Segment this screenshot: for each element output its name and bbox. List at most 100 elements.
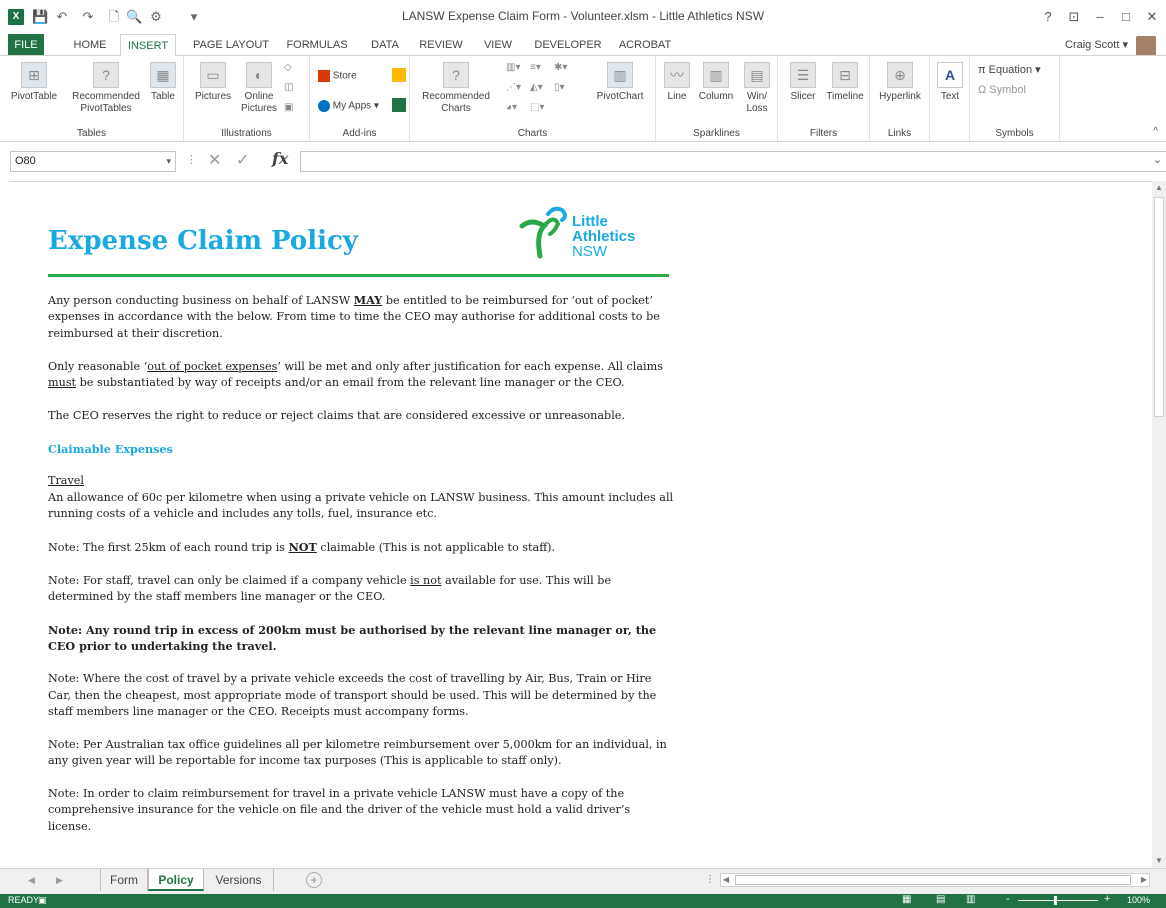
scatter-chart-icon[interactable]: ⋰▾ <box>506 82 521 93</box>
sparkline-winloss-button[interactable]: ▤ Win/ Loss <box>740 62 774 115</box>
zoom-slider-knob[interactable] <box>1054 896 1057 905</box>
travel-text: An allowance of 60c per kilometre when u… <box>48 490 674 521</box>
combo-chart-icon[interactable]: ⬚▾ <box>530 102 544 113</box>
smartart-icon[interactable]: ◫ <box>284 82 293 93</box>
help-icon[interactable]: ? <box>1038 7 1058 27</box>
text-button[interactable]: A Text <box>934 62 966 103</box>
zoom-out-icon[interactable]: - <box>1006 893 1010 905</box>
collapse-ribbon-icon[interactable]: ^ <box>1153 126 1158 137</box>
my-apps-button[interactable]: My Apps ▾ <box>318 100 379 113</box>
shapes-icon[interactable]: ◇ <box>284 62 292 73</box>
prev-sheet-icon[interactable]: ◀ <box>28 875 35 886</box>
horizontal-scrollbar[interactable]: ◀ ▶ <box>720 873 1150 887</box>
travel-note-5: Note: Per Australian tax office guidelin… <box>48 737 667 768</box>
scroll-down-icon[interactable]: ▼ <box>1154 856 1164 866</box>
formula-bar: O80 ▾ ⋮ ✕ ✓ fx ⌄ <box>0 147 1166 177</box>
tab-home[interactable]: HOME <box>64 34 116 56</box>
pictures-label: Pictures <box>194 91 232 102</box>
title-bar: X 💾 ↶ ↷ 🗋 🔍 ⚙ ▾ LANSW Expense Claim Form… <box>0 0 1166 34</box>
horizontal-scroll-thumb[interactable] <box>735 875 1131 885</box>
store-button[interactable]: Store <box>318 70 357 83</box>
sheet-tab-policy[interactable]: Policy <box>148 869 204 891</box>
tab-view[interactable]: VIEW <box>476 34 520 56</box>
tab-page-layout[interactable]: PAGE LAYOUT <box>188 34 274 56</box>
tab-developer[interactable]: DEVELOPER <box>528 34 608 56</box>
pivotchart-label: PivotChart <box>596 91 644 102</box>
recommended-charts-button[interactable]: ? Recommended Charts <box>416 62 496 115</box>
scroll-up-icon[interactable]: ▲ <box>1154 183 1164 193</box>
equation-button[interactable]: π Equation ▾ <box>978 64 1041 76</box>
normal-view-icon[interactable]: ▦ <box>902 894 911 905</box>
tab-formulas[interactable]: FORMULAS <box>282 34 352 56</box>
recommended-pivottables-button[interactable]: ? Recommended PivotTables <box>64 62 148 115</box>
links-group-label: Links <box>887 128 912 139</box>
name-box-dropdown-icon[interactable]: ▾ <box>166 152 171 171</box>
pivottable-button[interactable]: ⊞ PivotTable <box>8 62 60 103</box>
column-chart-icon[interactable]: ▥▾ <box>506 62 520 73</box>
pivotchart-button[interactable]: ▥ PivotChart <box>590 62 650 103</box>
name-box[interactable]: O80 ▾ <box>10 151 176 172</box>
zoom-level[interactable]: 100% <box>1127 895 1150 905</box>
zoom-in-icon[interactable]: + <box>1104 893 1110 905</box>
vertical-scrollbar[interactable]: ▲ ▼ <box>1152 181 1166 868</box>
online-pictures-button[interactable]: ◐ Online Pictures <box>236 62 282 115</box>
hyperlink-button[interactable]: ⊕ Hyperlink <box>874 62 926 103</box>
policy-paragraph-3: The CEO reserves the right to reduce or … <box>48 408 625 422</box>
sparklines-group-label: Sparklines <box>693 128 740 139</box>
text-group: A Text <box>930 56 970 142</box>
sparkline-column-button[interactable]: ▥ Column <box>694 62 738 103</box>
screenshot-icon[interactable]: ▣ <box>284 102 293 113</box>
slicer-button[interactable]: ☰ Slicer <box>784 62 822 103</box>
timeline-icon: ⊟ <box>832 62 858 88</box>
page-layout-view-icon[interactable]: ▤ <box>936 894 945 905</box>
symbol-button[interactable]: Ω Symbol <box>978 84 1026 96</box>
pie-chart-icon[interactable]: ◕▾ <box>506 102 517 113</box>
tab-file[interactable]: FILE <box>8 34 44 56</box>
tab-insert[interactable]: INSERT <box>120 34 176 56</box>
close-icon[interactable]: ✕ <box>1142 7 1162 27</box>
new-sheet-icon[interactable]: + <box>306 872 322 888</box>
table-button[interactable]: ▦ Table <box>144 62 182 103</box>
illustrations-group-label: Illustrations <box>221 128 272 139</box>
next-sheet-icon[interactable]: ▶ <box>56 875 63 886</box>
travel-section: Travel An allowance of 60c per kilometre … <box>48 473 674 522</box>
bar-chart-icon[interactable]: ≡▾ <box>530 62 541 73</box>
sparkline-line-button[interactable]: 〰 Line <box>660 62 694 103</box>
maximize-icon[interactable]: □ <box>1116 7 1136 27</box>
pictures-icon: ▭ <box>200 62 226 88</box>
tab-review[interactable]: REVIEW <box>416 34 466 56</box>
expand-formula-bar-icon[interactable]: ⌄ <box>1153 153 1162 166</box>
timeline-button[interactable]: ⊟ Timeline <box>822 62 868 103</box>
minimize-icon[interactable]: – <box>1090 7 1110 27</box>
zoom-slider[interactable] <box>1018 900 1098 901</box>
user-avatar[interactable] <box>1136 36 1156 56</box>
scroll-right-icon[interactable]: ▶ <box>1141 875 1147 884</box>
cancel-formula-icon[interactable]: ✕ <box>208 150 221 170</box>
table-icon: ▦ <box>150 62 176 88</box>
scroll-left-icon[interactable]: ◀ <box>723 875 729 884</box>
sheet-tab-form[interactable]: Form <box>100 869 148 891</box>
area-chart-icon[interactable]: ◭▾ <box>530 82 543 93</box>
page-break-view-icon[interactable]: ▥ <box>966 894 975 905</box>
charts-group-label: Charts <box>517 128 548 139</box>
tab-split-handle-icon[interactable]: ⋮ <box>705 874 715 885</box>
sheet-tabs-bar: ◀ ▶ Form Policy Versions + ⋮ ◀ ▶ <box>0 868 1166 894</box>
user-name[interactable]: Craig Scott ▾ <box>1065 38 1128 51</box>
insert-function-icon[interactable]: fx <box>272 149 288 168</box>
tab-acrobat[interactable]: ACROBAT <box>614 34 676 56</box>
people-graph-icon[interactable] <box>392 98 406 112</box>
worksheet[interactable]: Expense Claim Policy Little Athletics NS… <box>9 181 1152 868</box>
stock-chart-icon[interactable]: ▯▾ <box>554 82 565 93</box>
sparkline-line-icon: 〰 <box>664 62 690 88</box>
bing-icon[interactable] <box>392 68 406 82</box>
slicer-icon: ☰ <box>790 62 816 88</box>
vertical-scroll-thumb[interactable] <box>1154 197 1164 417</box>
hierarchy-chart-icon[interactable]: ✱▾ <box>554 62 567 73</box>
ribbon-display-options-icon[interactable]: ⊡ <box>1064 7 1084 27</box>
macro-recording-icon[interactable]: ▣ <box>38 895 47 906</box>
tab-data[interactable]: DATA <box>362 34 408 56</box>
enter-formula-icon[interactable]: ✓ <box>236 150 249 170</box>
formula-input[interactable] <box>300 151 1166 172</box>
sheet-tab-versions[interactable]: Versions <box>204 869 274 891</box>
pictures-button[interactable]: ▭ Pictures <box>190 62 236 103</box>
